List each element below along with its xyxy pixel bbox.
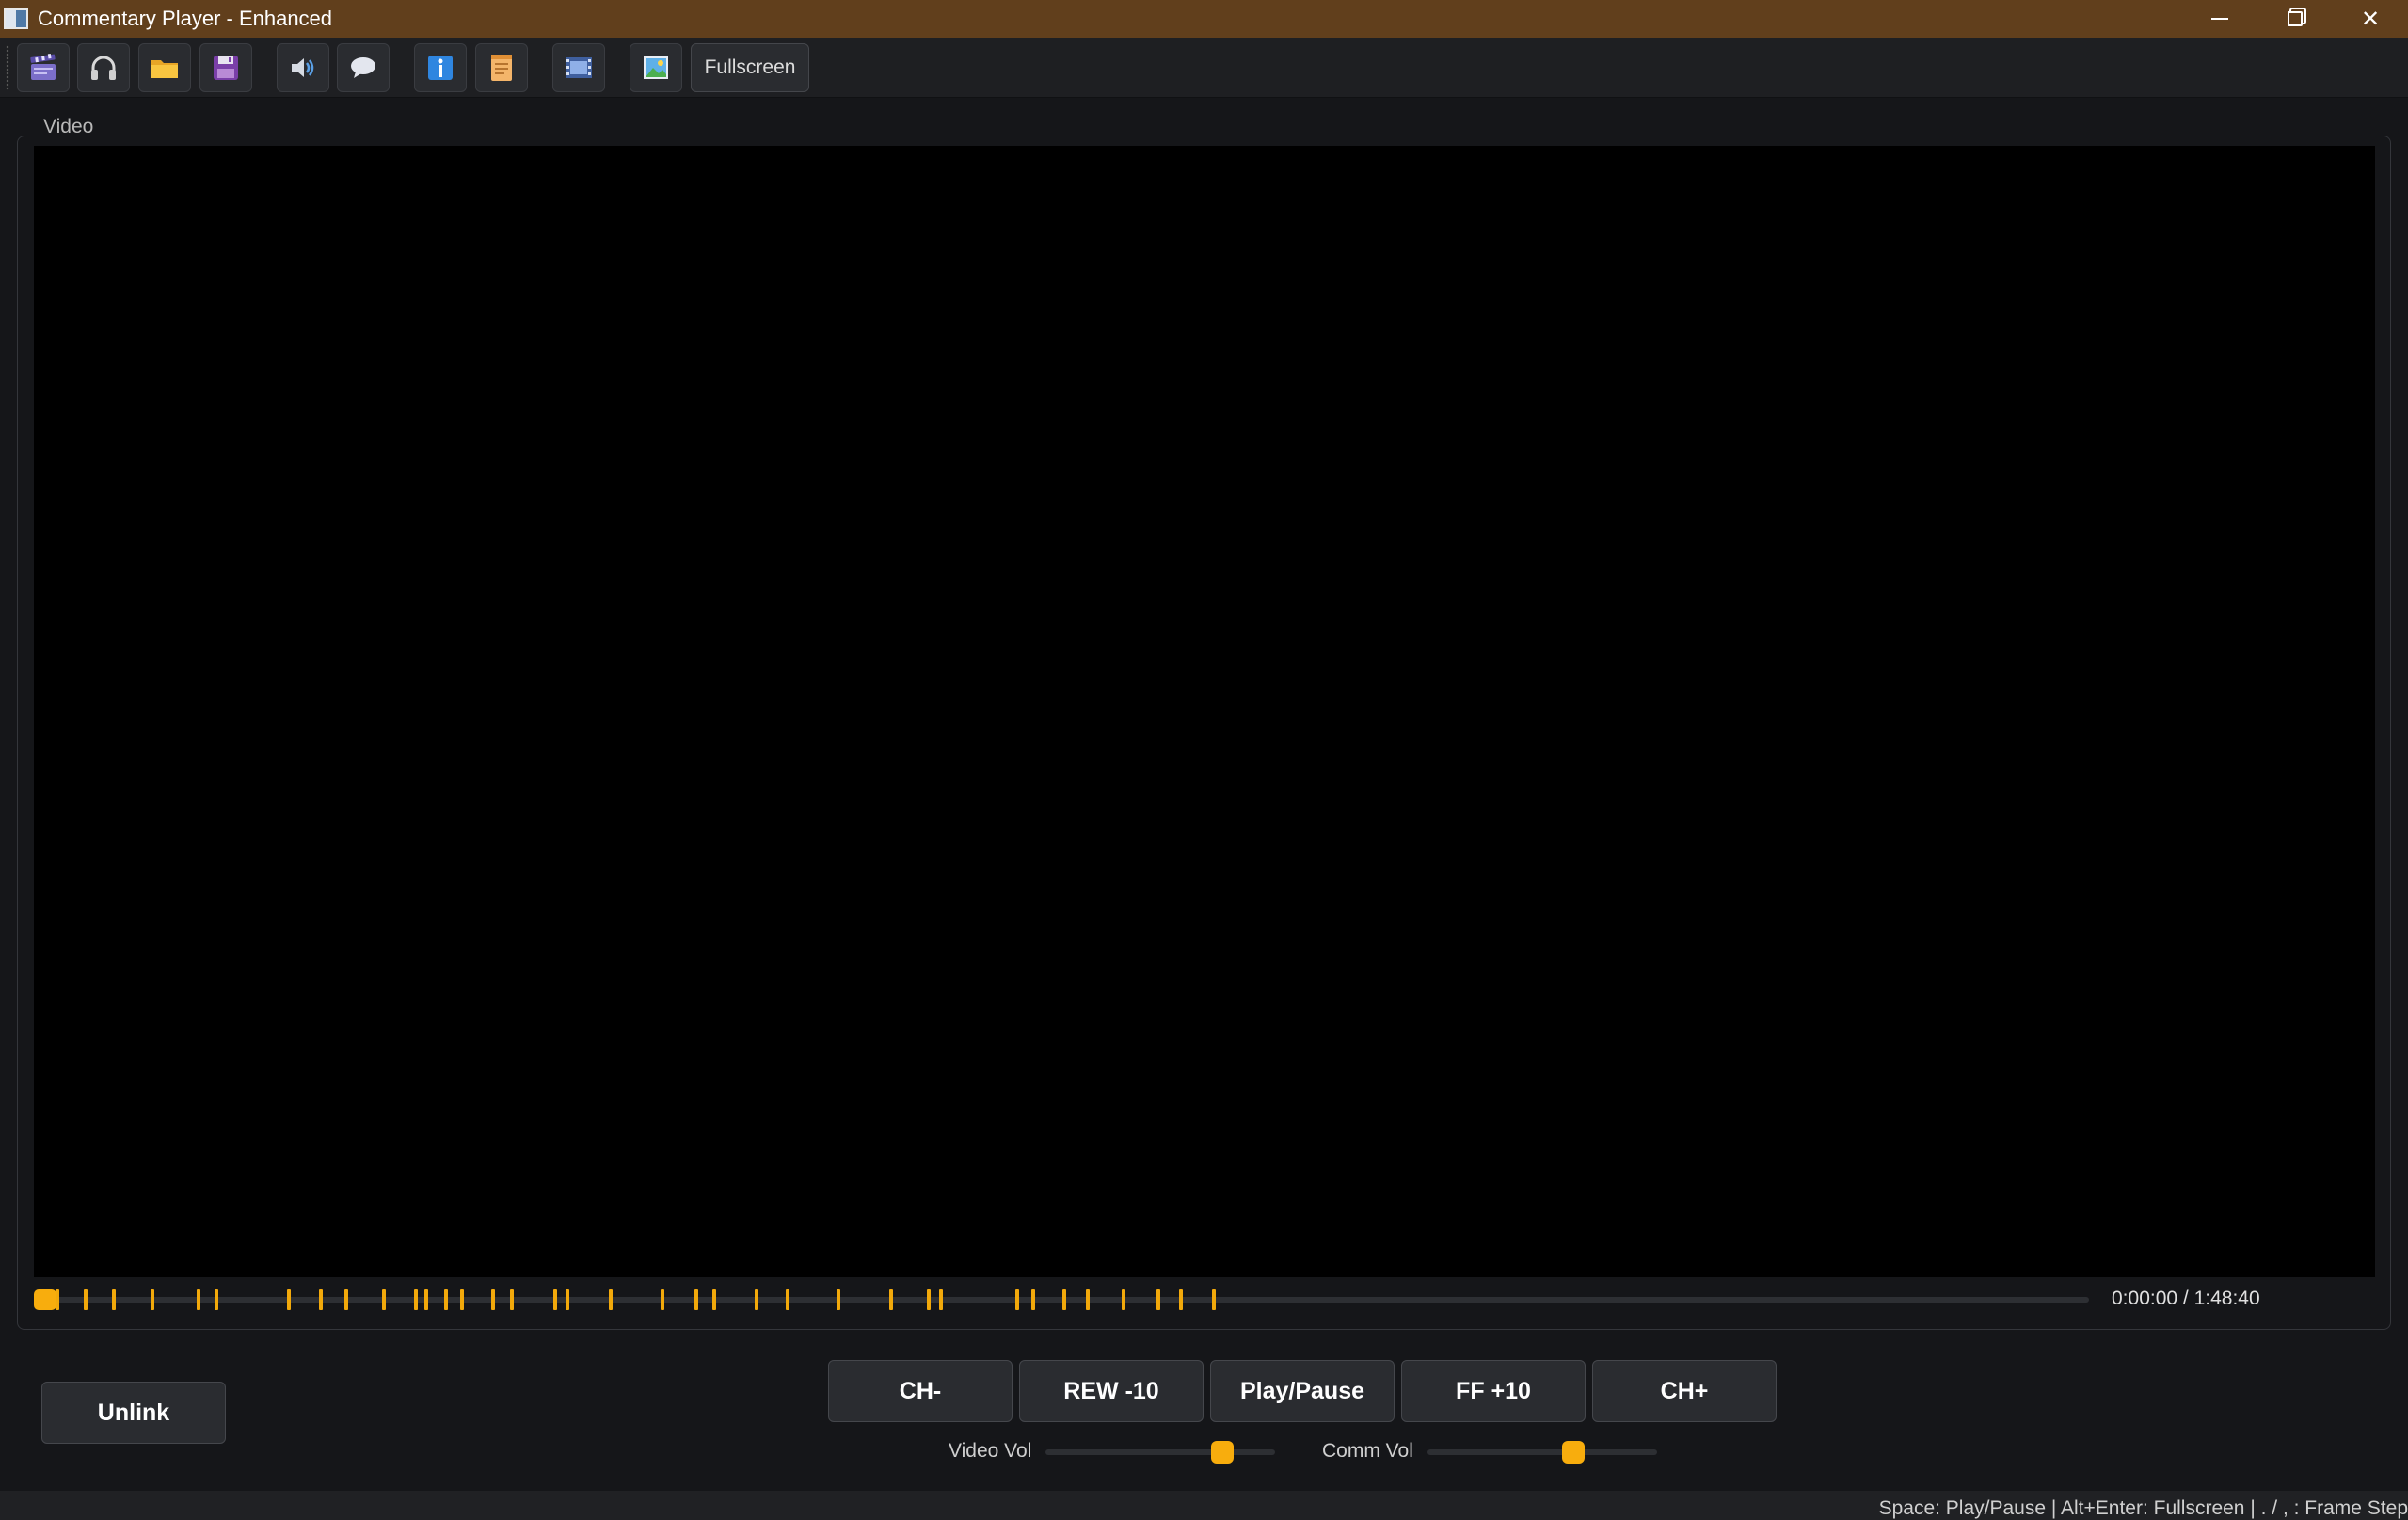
- info-button[interactable]: [414, 43, 467, 92]
- play-pause-button[interactable]: Play/Pause: [1210, 1360, 1395, 1422]
- chapter-marker[interactable]: [1031, 1289, 1036, 1310]
- chapter-marker[interactable]: [1156, 1289, 1161, 1310]
- chapter-marker[interactable]: [197, 1289, 201, 1310]
- speaker-icon: [292, 58, 314, 77]
- chapter-marker[interactable]: [938, 1289, 943, 1310]
- notepad-icon: [491, 55, 512, 81]
- chapter-marker[interactable]: [786, 1289, 790, 1310]
- chapter-marker[interactable]: [609, 1289, 614, 1310]
- film-strip-icon: [566, 57, 592, 78]
- time-display: 0:00:00 / 1:48:40: [2112, 1288, 2260, 1309]
- close-button[interactable]: ✕: [2333, 0, 2408, 38]
- fast-forward-button[interactable]: FF +10: [1401, 1360, 1586, 1422]
- chapter-marker[interactable]: [509, 1289, 514, 1310]
- chapter-marker[interactable]: [343, 1289, 348, 1310]
- minimize-button[interactable]: [2182, 0, 2257, 38]
- toolbar: Fullscreen: [0, 38, 2408, 98]
- chapter-marker[interactable]: [1015, 1289, 1020, 1310]
- chapter-marker[interactable]: [1211, 1289, 1216, 1310]
- headphones-icon: [91, 56, 116, 80]
- chapter-marker[interactable]: [552, 1289, 557, 1310]
- commentary-volume-track[interactable]: [1427, 1449, 1657, 1455]
- screenshot-button[interactable]: [630, 43, 682, 92]
- chapter-marker[interactable]: [712, 1289, 717, 1310]
- rewind-button[interactable]: REW -10: [1019, 1360, 1204, 1422]
- video-volume-slider[interactable]: [1045, 1441, 1275, 1464]
- open-folder-button[interactable]: [138, 43, 191, 92]
- restore-button[interactable]: [2257, 0, 2333, 38]
- restore-icon: [2288, 11, 2303, 26]
- window-controls: ✕: [2182, 0, 2408, 38]
- fullscreen-button[interactable]: Fullscreen: [691, 43, 809, 92]
- close-icon: ✕: [2360, 6, 2381, 32]
- open-video-button[interactable]: [17, 43, 70, 92]
- chapter-marker[interactable]: [888, 1289, 893, 1310]
- chapter-marker[interactable]: [318, 1289, 323, 1310]
- save-button[interactable]: [199, 43, 252, 92]
- window-title: Commentary Player - Enhanced: [38, 7, 333, 30]
- speech-bubble-icon: [351, 57, 375, 78]
- chapter-marker[interactable]: [1062, 1289, 1067, 1310]
- chapter-marker[interactable]: [755, 1289, 759, 1310]
- chapter-marker[interactable]: [151, 1289, 155, 1310]
- commentary-volume-label: Comm Vol: [1322, 1440, 1413, 1462]
- chapter-marker[interactable]: [694, 1289, 698, 1310]
- open-commentary-button[interactable]: [77, 43, 130, 92]
- minimize-icon: [2211, 18, 2228, 20]
- chapter-marker[interactable]: [927, 1289, 932, 1310]
- chapter-marker[interactable]: [660, 1289, 664, 1310]
- subtitles-button[interactable]: [337, 43, 390, 92]
- chapter-marker[interactable]: [837, 1289, 841, 1310]
- video-volume-track[interactable]: [1045, 1449, 1275, 1455]
- chapter-marker[interactable]: [1179, 1289, 1184, 1310]
- shortcut-hints: Space: Play/Pause | Alt+Enter: Fullscree…: [1878, 1497, 2408, 1519]
- title-bar[interactable]: Commentary Player - Enhanced ✕: [0, 0, 2408, 38]
- chapter-marker[interactable]: [1085, 1289, 1090, 1310]
- chapter-marker[interactable]: [381, 1289, 386, 1310]
- chapter-marker[interactable]: [490, 1289, 495, 1310]
- chapter-marker[interactable]: [1122, 1289, 1126, 1310]
- unlink-button[interactable]: Unlink: [41, 1382, 226, 1444]
- notes-button[interactable]: [475, 43, 528, 92]
- info-icon: [428, 56, 453, 80]
- folder-icon: [151, 60, 178, 78]
- seek-track[interactable]: [34, 1297, 2089, 1303]
- clapperboard-icon: [30, 54, 56, 80]
- chapter-marker[interactable]: [214, 1289, 218, 1310]
- seek-bar[interactable]: [34, 1286, 2089, 1314]
- chapter-marker[interactable]: [443, 1289, 448, 1310]
- status-bar: Space: Play/Pause | Alt+Enter: Fullscree…: [0, 1491, 2408, 1520]
- chapter-marker[interactable]: [413, 1289, 418, 1310]
- audio-settings-button[interactable]: [277, 43, 329, 92]
- video-surface[interactable]: [34, 146, 2375, 1277]
- toolbar-grip[interactable]: [6, 45, 9, 90]
- video-volume-handle[interactable]: [1211, 1441, 1234, 1464]
- picture-icon: [644, 56, 668, 79]
- seek-handle[interactable]: [34, 1289, 56, 1310]
- chapter-prev-button[interactable]: CH-: [828, 1360, 1013, 1422]
- floppy-disk-icon: [214, 56, 238, 80]
- commentary-volume-slider[interactable]: [1427, 1441, 1657, 1464]
- chapter-next-button[interactable]: CH+: [1592, 1360, 1777, 1422]
- chapter-marker[interactable]: [83, 1289, 88, 1310]
- chapter-marker[interactable]: [287, 1289, 292, 1310]
- video-volume-label: Video Vol: [949, 1440, 1032, 1462]
- chapter-marker[interactable]: [565, 1289, 569, 1310]
- chapter-marker[interactable]: [423, 1289, 428, 1310]
- chapter-marker[interactable]: [111, 1289, 116, 1310]
- commentary-volume-handle[interactable]: [1562, 1441, 1585, 1464]
- chapter-marker[interactable]: [459, 1289, 464, 1310]
- app-icon: [4, 8, 28, 29]
- video-group-label: Video: [38, 116, 100, 138]
- film-strip-button[interactable]: [552, 43, 605, 92]
